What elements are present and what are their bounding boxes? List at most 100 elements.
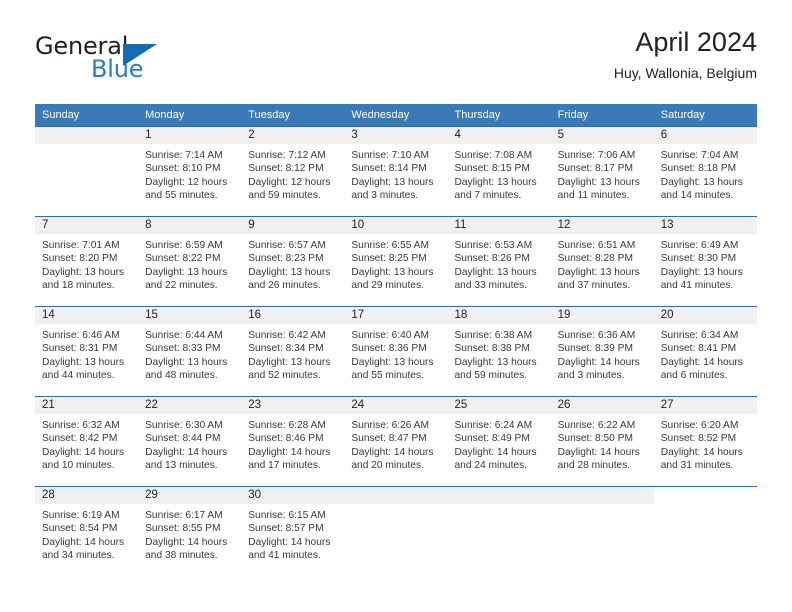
daylight-text-line1: Daylight: 14 hours — [660, 356, 743, 368]
sunset-text: Sunset: 8:50 PM — [557, 433, 633, 445]
sunset-text: Sunset: 8:33 PM — [145, 343, 221, 355]
daylight-text-line2: and 48 minutes. — [145, 369, 218, 381]
weekday-header-row: Sunday Monday Tuesday Wednesday Thursday… — [35, 104, 757, 126]
daylight-text-line1: Daylight: 13 hours — [145, 266, 228, 278]
day-info: Sunrise: 6:26 AM Sunset: 8:47 PM Dayligh… — [344, 414, 447, 472]
daylight-text-line2: and 24 minutes. — [454, 459, 528, 471]
sunrise-text: Sunrise: 6:42 AM — [248, 330, 326, 341]
sunset-text: Sunset: 8:10 PM — [145, 163, 221, 175]
sunrise-text: Sunrise: 6:26 AM — [351, 420, 429, 431]
day-cell: 10 Sunrise: 6:55 AM Sunset: 8:25 PM Dayl… — [344, 217, 448, 306]
daylight-text-line2: and 7 minutes. — [454, 189, 522, 201]
sunset-text: Sunset: 8:47 PM — [351, 433, 427, 445]
day-cell: 7 Sunrise: 7:01 AM Sunset: 8:20 PM Dayli… — [35, 217, 139, 306]
day-cell: 22 Sunrise: 6:30 AM Sunset: 8:44 PM Dayl… — [138, 397, 242, 486]
calendar-grid: Sunday Monday Tuesday Wednesday Thursday… — [35, 104, 757, 576]
daylight-text-line2: and 41 minutes. — [248, 549, 321, 561]
day-number: 27 — [653, 397, 757, 414]
sunset-text: Sunset: 8:49 PM — [454, 433, 530, 445]
daylight-text-line1: Daylight: 14 hours — [145, 536, 228, 548]
day-info: Sunrise: 6:17 AM Sunset: 8:55 PM Dayligh… — [138, 504, 241, 562]
day-number — [447, 487, 551, 504]
day-number: 9 — [241, 217, 345, 234]
day-number: 11 — [447, 217, 551, 234]
day-cell: 4 Sunrise: 7:08 AM Sunset: 8:15 PM Dayli… — [447, 127, 551, 216]
weekday-saturday: Saturday — [660, 109, 705, 121]
day-cell: 1 Sunrise: 7:14 AM Sunset: 8:10 PM Dayli… — [138, 127, 242, 216]
sunset-text: Sunset: 8:54 PM — [42, 523, 118, 535]
day-cell: 15 Sunrise: 6:44 AM Sunset: 8:33 PM Dayl… — [138, 307, 242, 396]
sunset-text: Sunset: 8:17 PM — [557, 163, 633, 175]
sunrise-text: Sunrise: 6:55 AM — [351, 240, 429, 251]
day-cell: 25 Sunrise: 6:24 AM Sunset: 8:49 PM Dayl… — [447, 397, 551, 486]
sunset-text: Sunset: 8:52 PM — [660, 433, 737, 445]
sunrise-text: Sunrise: 6:46 AM — [42, 330, 120, 341]
day-info: Sunrise: 6:42 AM Sunset: 8:34 PM Dayligh… — [241, 324, 344, 382]
daylight-text-line1: Daylight: 14 hours — [660, 446, 743, 458]
sunset-text: Sunset: 8:44 PM — [145, 433, 221, 445]
daylight-text-line1: Daylight: 14 hours — [351, 446, 434, 458]
day-number: 24 — [344, 397, 448, 414]
daylight-text-line2: and 34 minutes. — [42, 549, 115, 561]
daylight-text-line1: Daylight: 14 hours — [42, 446, 125, 458]
day-info: Sunrise: 7:06 AM Sunset: 8:17 PM Dayligh… — [551, 144, 654, 202]
day-number: 14 — [35, 307, 139, 324]
sunrise-text: Sunrise: 7:10 AM — [351, 150, 429, 161]
day-info: Sunrise: 7:04 AM Sunset: 8:18 PM Dayligh… — [654, 144, 757, 202]
daylight-text-line2: and 31 minutes. — [660, 459, 734, 471]
sunrise-text: Sunrise: 6:49 AM — [660, 240, 739, 251]
day-info: Sunrise: 7:10 AM Sunset: 8:14 PM Dayligh… — [344, 144, 447, 202]
location-subtitle: Huy, Wallonia, Belgium — [613, 65, 757, 82]
day-cell: 8 Sunrise: 6:59 AM Sunset: 8:22 PM Dayli… — [138, 217, 242, 306]
day-number: 17 — [344, 307, 448, 324]
daylight-text-line1: Daylight: 14 hours — [248, 446, 331, 458]
sunrise-text: Sunrise: 7:14 AM — [145, 150, 223, 161]
logo-text-blue: Blue — [91, 55, 144, 83]
sunset-text: Sunset: 8:28 PM — [557, 253, 633, 265]
day-info: Sunrise: 6:44 AM Sunset: 8:33 PM Dayligh… — [138, 324, 241, 382]
day-number: 4 — [447, 127, 551, 144]
day-number: 15 — [138, 307, 242, 324]
day-number: 28 — [35, 487, 139, 504]
day-number: 29 — [138, 487, 242, 504]
day-number: 30 — [241, 487, 345, 504]
daylight-text-line1: Daylight: 14 hours — [145, 446, 228, 458]
sunrise-text: Sunrise: 6:22 AM — [557, 420, 636, 431]
sunset-text: Sunset: 8:23 PM — [248, 253, 324, 265]
daylight-text-line1: Daylight: 13 hours — [248, 266, 331, 278]
day-info: Sunrise: 6:53 AM Sunset: 8:26 PM Dayligh… — [448, 234, 551, 292]
daylight-text-line2: and 52 minutes. — [248, 369, 321, 381]
day-number: 6 — [653, 127, 757, 144]
sunrise-text: Sunrise: 7:12 AM — [248, 150, 326, 161]
daylight-text-line1: Daylight: 12 hours — [248, 176, 331, 188]
sunset-text: Sunset: 8:38 PM — [454, 343, 530, 355]
daylight-text-line1: Daylight: 13 hours — [660, 176, 743, 188]
day-info: Sunrise: 6:38 AM Sunset: 8:38 PM Dayligh… — [448, 324, 551, 382]
daylight-text-line2: and 22 minutes. — [145, 279, 218, 291]
daylight-text-line2: and 59 minutes. — [454, 369, 528, 381]
sunset-text: Sunset: 8:39 PM — [557, 343, 633, 355]
day-info: Sunrise: 6:15 AM Sunset: 8:57 PM Dayligh… — [241, 504, 344, 562]
weekday-friday: Friday — [557, 109, 589, 121]
day-number — [654, 487, 757, 504]
day-cell: 14 Sunrise: 6:46 AM Sunset: 8:31 PM Dayl… — [35, 307, 139, 396]
day-cell — [35, 127, 139, 216]
daylight-text-line1: Daylight: 13 hours — [557, 176, 640, 188]
day-number: 12 — [550, 217, 654, 234]
sunset-text: Sunset: 8:55 PM — [145, 523, 221, 535]
sunset-text: Sunset: 8:22 PM — [145, 253, 221, 265]
sunrise-text: Sunrise: 7:01 AM — [42, 240, 120, 251]
day-number: 25 — [447, 397, 551, 414]
day-cell: 13 Sunrise: 6:49 AM Sunset: 8:30 PM Dayl… — [653, 217, 757, 306]
day-cell: 11 Sunrise: 6:53 AM Sunset: 8:26 PM Dayl… — [447, 217, 551, 306]
day-number: 3 — [344, 127, 448, 144]
weekday-tuesday: Tuesday — [248, 109, 291, 121]
daylight-text-line1: Daylight: 13 hours — [454, 266, 537, 278]
daylight-text-line1: Daylight: 12 hours — [145, 176, 228, 188]
week-row: 14 Sunrise: 6:46 AM Sunset: 8:31 PM Dayl… — [35, 306, 757, 396]
sunrise-text: Sunrise: 6:59 AM — [145, 240, 223, 251]
day-number — [550, 487, 654, 504]
daylight-text-line2: and 38 minutes. — [145, 549, 218, 561]
day-cell — [447, 487, 551, 576]
daylight-text-line2: and 17 minutes. — [248, 459, 321, 471]
